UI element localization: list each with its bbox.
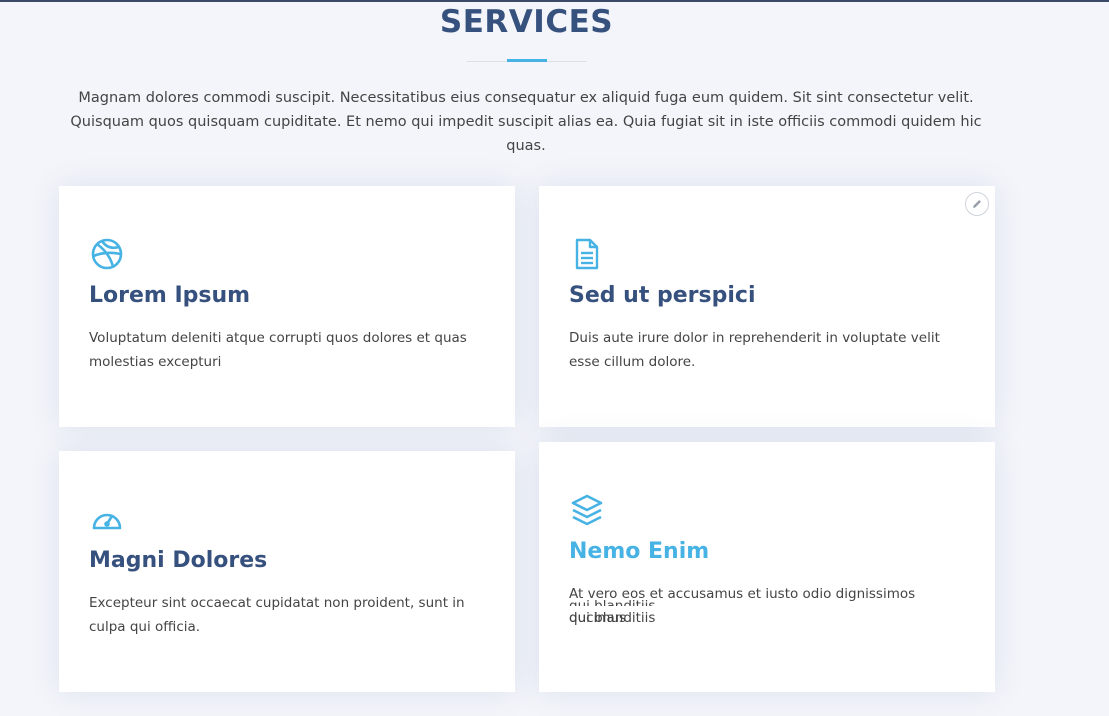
service-card-nemo-enim[interactable]: Nemo Enim At vero eos et accusamus et iu… [539, 442, 995, 692]
service-description: At vero eos et accusamus et iusto odio d… [569, 582, 965, 630]
edit-button[interactable] [965, 192, 989, 216]
section-intro: Magnam dolores commodi suscipit. Necessi… [70, 90, 982, 154]
section-title: SERVICES [439, 4, 614, 40]
service-description-line: qui blanditiis [569, 610, 656, 626]
file-document-icon [569, 236, 605, 272]
pencil-icon [971, 198, 983, 210]
service-title[interactable]: Nemo Enim [569, 538, 965, 566]
service-title[interactable]: Sed ut perspici [569, 282, 965, 310]
speedometer-icon [89, 501, 125, 537]
dribbble-icon [89, 236, 125, 272]
service-description: Duis aute irure dolor in reprehenderit i… [569, 330, 940, 370]
service-card-lorem-ipsum[interactable]: Lorem Ipsum Voluptatum deleniti atque co… [59, 186, 515, 427]
title-accent-bar [507, 59, 547, 62]
service-description: Excepteur sint occaecat cupidatat non pr… [89, 595, 465, 635]
service-card-magni-dolores[interactable]: Magni Dolores Excepteur sint occaecat cu… [59, 451, 515, 692]
service-title[interactable]: Lorem Ipsum [89, 282, 485, 310]
service-description: Voluptatum deleniti atque corrupti quos … [89, 330, 467, 370]
layers-icon [569, 492, 605, 528]
service-title[interactable]: Magni Dolores [89, 547, 485, 575]
service-card-sed-ut-perspici[interactable]: Sed ut perspici Duis aute irure dolor in… [539, 186, 995, 427]
